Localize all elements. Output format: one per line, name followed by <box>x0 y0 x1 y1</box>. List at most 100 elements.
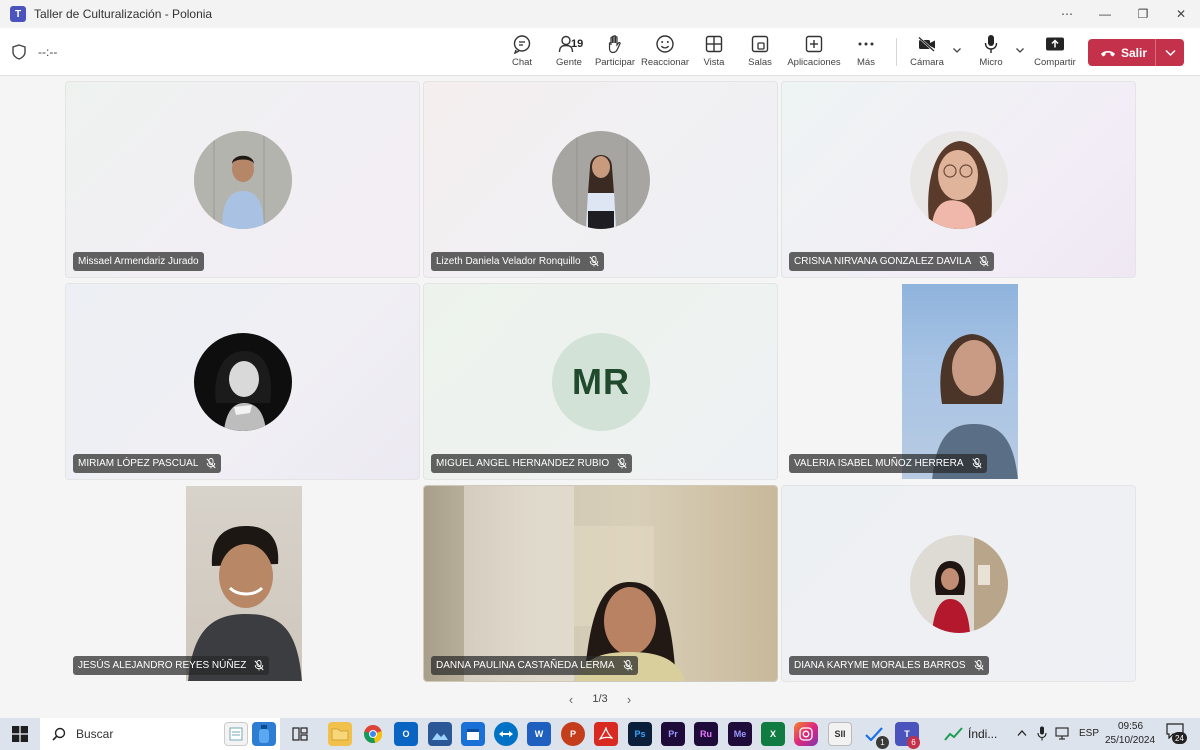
windows-logo-icon <box>12 726 28 742</box>
premiere-rush-icon[interactable]: Ru <box>694 722 718 746</box>
participant-initials: MR <box>552 333 650 431</box>
share-label: Compartir <box>1034 57 1076 68</box>
window-controls: ⋯ — ❐ ✕ <box>1048 0 1200 28</box>
bottle-app-icon[interactable] <box>252 722 276 746</box>
participant-name-tag: VALERIA ISABEL MUÑOZ HERRERA <box>789 454 987 473</box>
excel-icon[interactable]: X <box>761 722 785 746</box>
participant-name: MIRIAM LÓPEZ PASCUAL <box>78 458 199 469</box>
clock-date[interactable]: 25/10/2024 <box>1105 735 1155 746</box>
teams-badge: 6 <box>907 736 920 749</box>
people-button[interactable]: 19 Gente <box>553 34 585 72</box>
breakout-rooms-icon <box>749 34 771 54</box>
participant-tile[interactable]: DANNA PAULINA CASTAÑEDA LERMA <box>423 485 778 682</box>
participant-video <box>424 486 777 681</box>
participant-name-tag: CRISNA NIRVANA GONZALEZ DAVILA <box>789 252 995 271</box>
more-icon <box>855 34 877 54</box>
maximize-button[interactable]: ❐ <box>1124 0 1162 28</box>
apps-button[interactable]: Aplicaciones <box>787 34 841 72</box>
react-button[interactable]: Reaccionar <box>640 34 690 72</box>
participant-avatar <box>194 131 292 229</box>
participant-tile[interactable]: CRISNA NIRVANA GONZALEZ DAVILA <box>781 81 1136 278</box>
more-button[interactable]: Más <box>855 34 877 72</box>
notepad-app-icon[interactable] <box>224 722 248 746</box>
view-button[interactable]: Vista <box>702 34 726 72</box>
participant-name-tag: DIANA KARYME MORALES BARROS <box>789 656 989 675</box>
leave-options-chevron-down-icon[interactable] <box>1156 49 1184 57</box>
leave-main[interactable]: Salir <box>1088 39 1156 66</box>
camera-off-icon <box>916 34 938 54</box>
more-label: Más <box>857 57 875 68</box>
start-button[interactable] <box>0 718 40 750</box>
window-title: Taller de Culturalización - Polonia <box>34 7 213 21</box>
outlook-icon[interactable]: O <box>394 722 418 746</box>
camera-button[interactable]: Cámara <box>910 34 944 72</box>
react-label: Reaccionar <box>640 57 690 68</box>
clock-time[interactable]: 09:56 <box>1118 721 1143 732</box>
title-bar: T Taller de Culturalización - Polonia ⋯ … <box>0 0 1200 28</box>
mic-button[interactable]: Micro <box>978 34 1004 72</box>
mic-off-icon <box>623 660 633 671</box>
stocks-widget-label[interactable]: Índi... <box>968 727 997 741</box>
participant-tile[interactable]: Lizeth Daniela Velador Ronquillo <box>423 81 778 278</box>
stocks-chart-icon[interactable] <box>942 722 966 746</box>
mic-off-icon <box>254 660 264 671</box>
raise-hand-icon <box>604 34 626 54</box>
camera-options-chevron-down-icon[interactable] <box>952 45 962 55</box>
participant-tile[interactable]: MIRIAM LÓPEZ PASCUAL <box>65 283 420 480</box>
minimize-button[interactable]: — <box>1086 0 1124 28</box>
photoshop-icon[interactable]: Ps <box>628 722 652 746</box>
word-icon[interactable]: W <box>527 722 551 746</box>
participant-name: DANNA PAULINA CASTAÑEDA LERMA <box>436 660 615 671</box>
people-label: Gente <box>556 57 582 68</box>
share-button[interactable]: Compartir <box>1033 34 1077 72</box>
participant-avatar <box>910 535 1008 633</box>
notification-center-button[interactable]: 24 <box>1166 723 1188 745</box>
tray-microphone-icon[interactable] <box>1037 726 1047 741</box>
participant-tile[interactable]: DIANA KARYME MORALES BARROS <box>781 485 1136 682</box>
participant-name-tag: JESÚS ALEJANDRO REYES NÚÑEZ <box>73 656 270 675</box>
chat-button[interactable]: Chat <box>508 34 536 72</box>
participant-name: JESÚS ALEJANDRO REYES NÚÑEZ <box>78 660 247 671</box>
previous-page-chevron-left-icon[interactable]: ‹ <box>565 692 577 707</box>
rooms-button[interactable]: Salas <box>748 34 772 72</box>
search-icon <box>52 727 66 741</box>
chrome-icon[interactable] <box>361 722 385 746</box>
notification-badge: 1 <box>876 736 889 749</box>
smile-icon <box>654 34 676 54</box>
teamviewer-icon[interactable] <box>494 722 518 746</box>
participant-name: DIANA KARYME MORALES BARROS <box>794 660 966 671</box>
raise-hand-button[interactable]: Participar <box>595 34 635 72</box>
task-view-icon[interactable] <box>288 722 312 746</box>
photos-app-icon[interactable] <box>428 722 452 746</box>
window-more-button[interactable]: ⋯ <box>1048 0 1086 28</box>
participant-tile[interactable]: MR MIGUEL ANGEL HERNANDEZ RUBIO <box>423 283 778 480</box>
people-count: 19 <box>571 38 584 50</box>
participant-name: MIGUEL ANGEL HERNANDEZ RUBIO <box>436 458 610 469</box>
tray-chevron-up-icon[interactable] <box>1017 729 1027 737</box>
leave-button[interactable]: Salir <box>1088 39 1184 66</box>
participant-tile[interactable]: JESÚS ALEJANDRO REYES NÚÑEZ <box>65 485 420 682</box>
mic-off-icon <box>617 458 627 469</box>
participant-avatar <box>194 333 292 431</box>
participant-name-tag: Lizeth Daniela Velador Ronquillo <box>431 252 604 271</box>
participant-name-tag: DANNA PAULINA CASTAÑEDA LERMA <box>431 656 638 675</box>
premiere-icon[interactable]: Pr <box>661 722 685 746</box>
app-sii-icon[interactable]: SII <box>828 722 852 746</box>
keyboard-language[interactable]: ESP <box>1079 728 1099 739</box>
acrobat-icon[interactable] <box>594 722 618 746</box>
add-app-icon <box>803 34 825 54</box>
media-encoder-icon[interactable]: Me <box>728 722 752 746</box>
calendar-icon[interactable] <box>461 722 485 746</box>
chat-icon <box>511 34 533 54</box>
participant-name-tag: MIRIAM LÓPEZ PASCUAL <box>73 454 222 473</box>
participant-tile[interactable]: Missael Armendariz Jurado <box>65 81 420 278</box>
instagram-icon[interactable] <box>794 722 818 746</box>
mic-off-icon <box>979 256 989 267</box>
share-screen-icon <box>1044 34 1066 54</box>
close-button[interactable]: ✕ <box>1162 0 1200 28</box>
powerpoint-icon[interactable]: P <box>561 722 585 746</box>
next-page-chevron-right-icon[interactable]: › <box>623 692 635 707</box>
participant-tile[interactable]: VALERIA ISABEL MUÑOZ HERRERA <box>781 283 1136 480</box>
file-explorer-icon[interactable] <box>328 722 352 746</box>
mic-options-chevron-down-icon[interactable] <box>1015 45 1025 55</box>
